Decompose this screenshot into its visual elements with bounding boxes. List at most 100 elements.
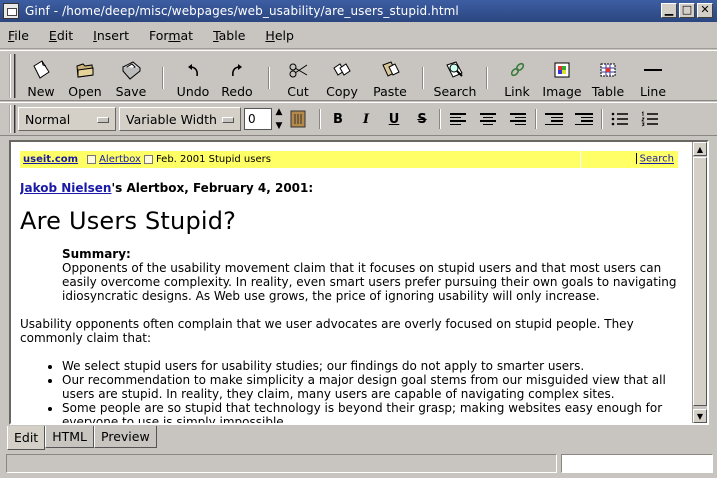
copy-icon	[330, 58, 354, 82]
open-folder-icon	[73, 58, 97, 82]
claims-list: We select stupid users for usability stu…	[20, 359, 685, 423]
format-separator	[601, 109, 603, 129]
font-color-button[interactable]	[287, 107, 309, 131]
bullet-list-button[interactable]	[609, 107, 631, 131]
author-link[interactable]: Jakob Nielsen	[20, 181, 111, 195]
dropdown-arrow-icon	[222, 117, 234, 123]
close-button[interactable]: ✕	[697, 3, 713, 18]
minimize-button[interactable]: ▁	[661, 3, 677, 18]
menu-bar: File Edit Insert Format Table Help	[0, 22, 717, 49]
table-grid-icon	[596, 58, 620, 82]
scroll-up-button[interactable]: ▲	[693, 142, 707, 156]
bullet-list-icon	[611, 112, 628, 126]
redo-button[interactable]: Redo	[214, 51, 260, 99]
undo-button[interactable]: Undo	[172, 51, 214, 99]
intro-paragraph: Usability opponents often complain that …	[20, 317, 634, 345]
tab-edit[interactable]: Edit	[7, 426, 46, 450]
font-size-spinner[interactable]: ▲ ▼	[273, 107, 285, 131]
byline-text: 's Alertbox, February 4, 2001:	[111, 181, 314, 195]
editor-pane[interactable]: useit.com Alertbox Feb. 2001 Stupid user…	[9, 140, 709, 425]
toolbar-separator	[486, 67, 488, 89]
title-bar: Ginf - /home/deep/misc/webpages/web_usab…	[0, 0, 717, 22]
copy-button[interactable]: Copy	[318, 51, 366, 99]
article-title: Are Users Stupid?	[20, 207, 237, 235]
scrollbar-thumb[interactable]	[693, 157, 707, 406]
align-right-icon	[510, 113, 526, 125]
italic-icon: I	[362, 111, 370, 127]
paste-clipboard-icon	[378, 58, 402, 82]
format-toolbar: Normal Variable Width 0 ▲ ▼ B I U S	[0, 102, 717, 136]
nav-bullet-icon	[87, 155, 97, 164]
list-item: We select stupid users for usability stu…	[62, 359, 685, 373]
menu-table[interactable]: Table	[213, 28, 245, 43]
horizontal-line-icon	[641, 58, 665, 82]
undo-arrow-icon	[181, 58, 205, 82]
outdent-button[interactable]	[543, 107, 565, 131]
menu-insert[interactable]: Insert	[93, 28, 129, 43]
new-document-icon	[29, 58, 53, 82]
table-button[interactable]: Table	[586, 51, 630, 99]
tab-preview[interactable]: Preview	[94, 426, 157, 448]
menu-edit[interactable]: Edit	[49, 28, 73, 43]
byline: Jakob Nielsen's Alertbox, February 4, 20…	[20, 181, 685, 195]
save-button[interactable]: Save	[108, 51, 154, 99]
redo-arrow-icon	[225, 58, 249, 82]
save-disk-icon	[119, 58, 143, 82]
vertical-scrollbar[interactable]: ▲ ▼	[692, 142, 707, 423]
indent-button[interactable]	[573, 107, 595, 131]
link-chain-icon	[505, 58, 529, 82]
paragraph-style-select[interactable]: Normal	[18, 107, 116, 131]
toolbar-handle[interactable]	[9, 54, 16, 98]
link-button[interactable]: Link	[496, 51, 538, 99]
align-left-button[interactable]	[447, 107, 469, 131]
underline-button[interactable]: U	[383, 107, 405, 131]
maximize-button[interactable]: □	[679, 3, 695, 18]
scissors-icon	[286, 58, 310, 82]
issue-label: Feb. 2001 Stupid users	[155, 154, 271, 165]
summary-text: Opponents of the usability movement clai…	[62, 261, 677, 303]
strikethrough-button[interactable]: S	[411, 107, 433, 131]
scroll-down-button[interactable]: ▼	[693, 409, 707, 423]
site-link[interactable]: useit.com	[23, 154, 78, 165]
format-toolbar-handle[interactable]	[9, 105, 16, 133]
spin-up-icon[interactable]: ▲	[276, 107, 283, 117]
menu-file[interactable]: File	[8, 28, 29, 43]
font-size-input[interactable]: 0	[244, 108, 272, 130]
spin-down-icon[interactable]: ▼	[276, 121, 283, 131]
open-button[interactable]: Open	[62, 51, 108, 99]
dropdown-arrow-icon	[97, 117, 109, 123]
document-content[interactable]: useit.com Alertbox Feb. 2001 Stupid user…	[20, 151, 685, 423]
alertbox-link[interactable]: Alertbox	[99, 154, 141, 165]
bold-icon: B	[333, 111, 343, 127]
search-link[interactable]: Search	[640, 154, 674, 165]
bold-button[interactable]: B	[327, 107, 349, 131]
color-picker-icon	[290, 110, 306, 128]
tab-html[interactable]: HTML	[45, 426, 95, 448]
menu-format[interactable]: Format	[149, 28, 193, 43]
align-right-button[interactable]	[507, 107, 529, 131]
image-button[interactable]: Image	[538, 51, 586, 99]
numbered-list-icon	[641, 111, 658, 127]
toolbar-separator	[162, 67, 164, 89]
numbered-list-button[interactable]	[639, 107, 661, 131]
app-icon[interactable]	[3, 3, 19, 19]
scroll-up-icon: ▲	[696, 144, 704, 154]
view-tabs: Edit HTML Preview	[7, 426, 157, 450]
font-family-select[interactable]: Variable Width	[119, 107, 241, 131]
italic-button[interactable]: I	[355, 107, 377, 131]
cut-button[interactable]: Cut	[278, 51, 318, 99]
image-icon	[550, 58, 574, 82]
menu-help[interactable]: Help	[265, 28, 294, 43]
new-button[interactable]: New	[20, 51, 62, 99]
list-item: Some people are so stupid that technolog…	[62, 401, 685, 423]
status-message	[6, 454, 557, 473]
align-center-button[interactable]	[477, 107, 499, 131]
underline-icon: U	[388, 111, 400, 127]
paste-button[interactable]: Paste	[366, 51, 414, 99]
format-separator	[535, 109, 537, 129]
summary-block: Summary: Opponents of the usability move…	[62, 247, 685, 303]
nav-divider	[580, 151, 581, 168]
site-nav-strip: useit.com Alertbox Feb. 2001 Stupid user…	[20, 151, 678, 168]
search-button[interactable]: Search	[432, 51, 478, 99]
line-button[interactable]: Line	[630, 51, 676, 99]
